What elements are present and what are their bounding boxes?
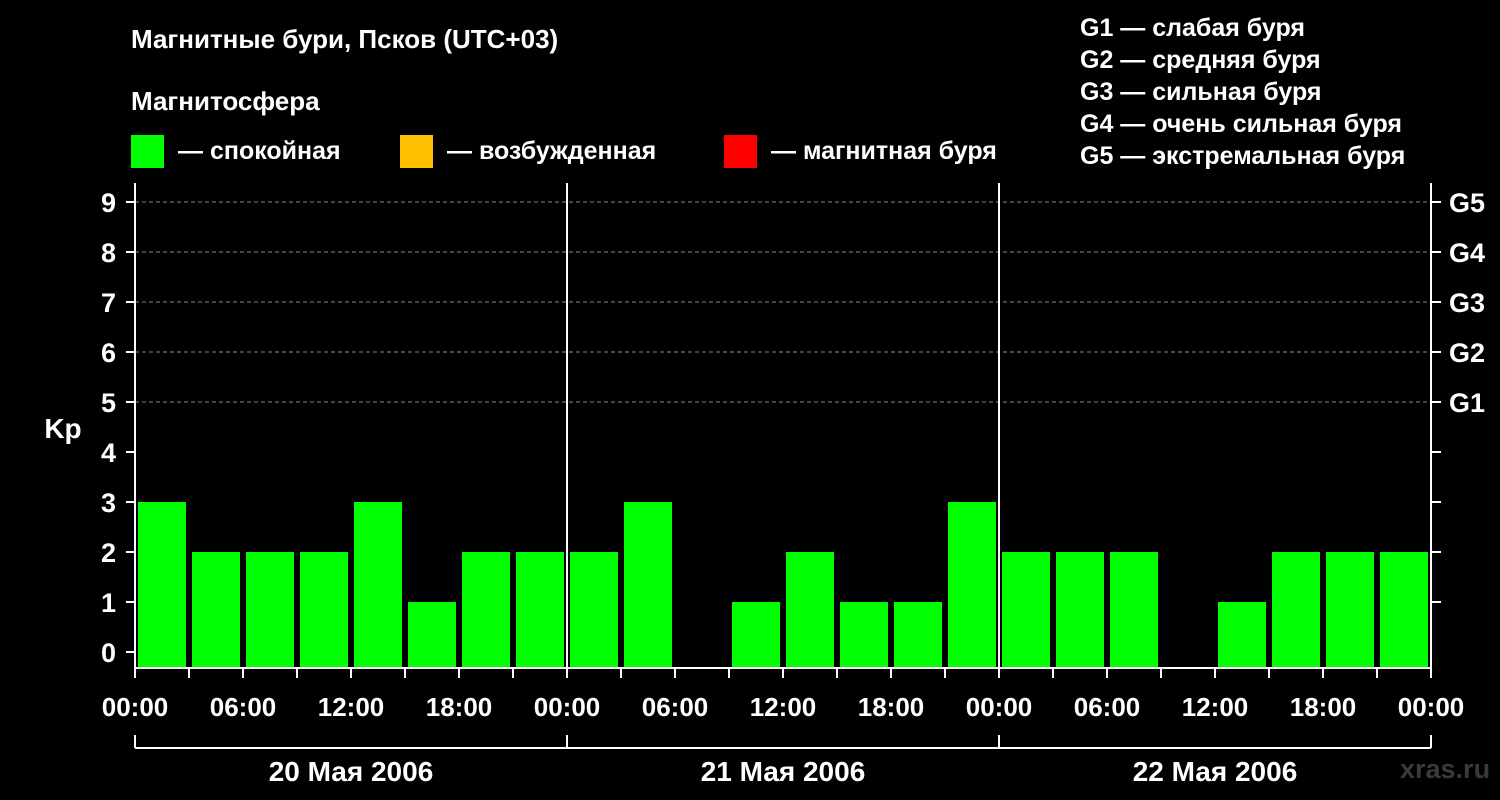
y-tick-label: 7 <box>101 288 116 318</box>
y-tick-label: 8 <box>101 238 116 268</box>
day-label: 22 Мая 2006 <box>1133 756 1298 787</box>
y-tick-label: 0 <box>101 638 116 668</box>
kp-bar-chart: 0 1 2 3 4 5 6 7 8 9 G1 G2 G3 G4 G5 Kp 00:00 06:00 12:00 18:… <box>44 183 1485 787</box>
kp-bar <box>1056 552 1104 668</box>
kp-bar <box>408 602 456 668</box>
kp-bar <box>1380 552 1428 668</box>
kp-bar <box>732 602 780 668</box>
kp-bar <box>1110 552 1158 668</box>
x-tick-label: 12:00 <box>318 692 385 722</box>
y-tick-label: 2 <box>101 538 116 568</box>
x-tick-label: 12:00 <box>1182 692 1249 722</box>
x-tick-label: 18:00 <box>1290 692 1357 722</box>
x-tick-label: 12:00 <box>750 692 817 722</box>
day-label: 20 Мая 2006 <box>269 756 434 787</box>
x-tick-label: 18:00 <box>426 692 493 722</box>
g-scale-label: G2 <box>1449 338 1485 368</box>
watermark: xras.ru <box>1400 754 1491 784</box>
day-label: 21 Мая 2006 <box>701 756 866 787</box>
x-tick-label: 06:00 <box>210 692 277 722</box>
kp-bar <box>1272 552 1320 668</box>
kp-bar <box>354 502 402 668</box>
x-tick-label: 00:00 <box>966 692 1033 722</box>
kp-bar <box>462 552 510 668</box>
kp-bar <box>1218 602 1266 668</box>
y-tick-label: 4 <box>101 438 116 468</box>
y-tick-label: 5 <box>101 388 116 418</box>
x-tick-label: 00:00 <box>102 692 169 722</box>
kp-bar <box>1326 552 1374 668</box>
g-scale-label: G3 <box>1449 288 1485 318</box>
kp-bar <box>894 602 942 668</box>
x-tick-label: 18:00 <box>858 692 925 722</box>
kp-bar <box>516 552 564 668</box>
kp-bar <box>192 552 240 668</box>
y-tick-label: 3 <box>101 488 116 518</box>
kp-bar <box>138 502 186 668</box>
x-tick-label: 00:00 <box>1398 692 1465 722</box>
kp-bar <box>624 502 672 668</box>
y-tick-label: 1 <box>101 588 116 618</box>
kp-bar <box>246 552 294 668</box>
y-tick-label: 9 <box>101 188 116 218</box>
kp-bar <box>1002 552 1050 668</box>
kp-bar <box>948 502 996 668</box>
kp-bar <box>840 602 888 668</box>
x-tick-label: 00:00 <box>534 692 601 722</box>
g-scale-label: G5 <box>1449 188 1485 218</box>
g-scale-label: G1 <box>1449 388 1485 418</box>
kp-bar <box>786 552 834 668</box>
y-axis-label: Kp <box>44 413 81 444</box>
y-tick-label: 6 <box>101 338 116 368</box>
x-tick-label: 06:00 <box>1074 692 1141 722</box>
kp-bar <box>300 552 348 668</box>
g-scale-label: G4 <box>1449 238 1485 268</box>
x-tick-label: 06:00 <box>642 692 709 722</box>
kp-bar <box>570 552 618 668</box>
